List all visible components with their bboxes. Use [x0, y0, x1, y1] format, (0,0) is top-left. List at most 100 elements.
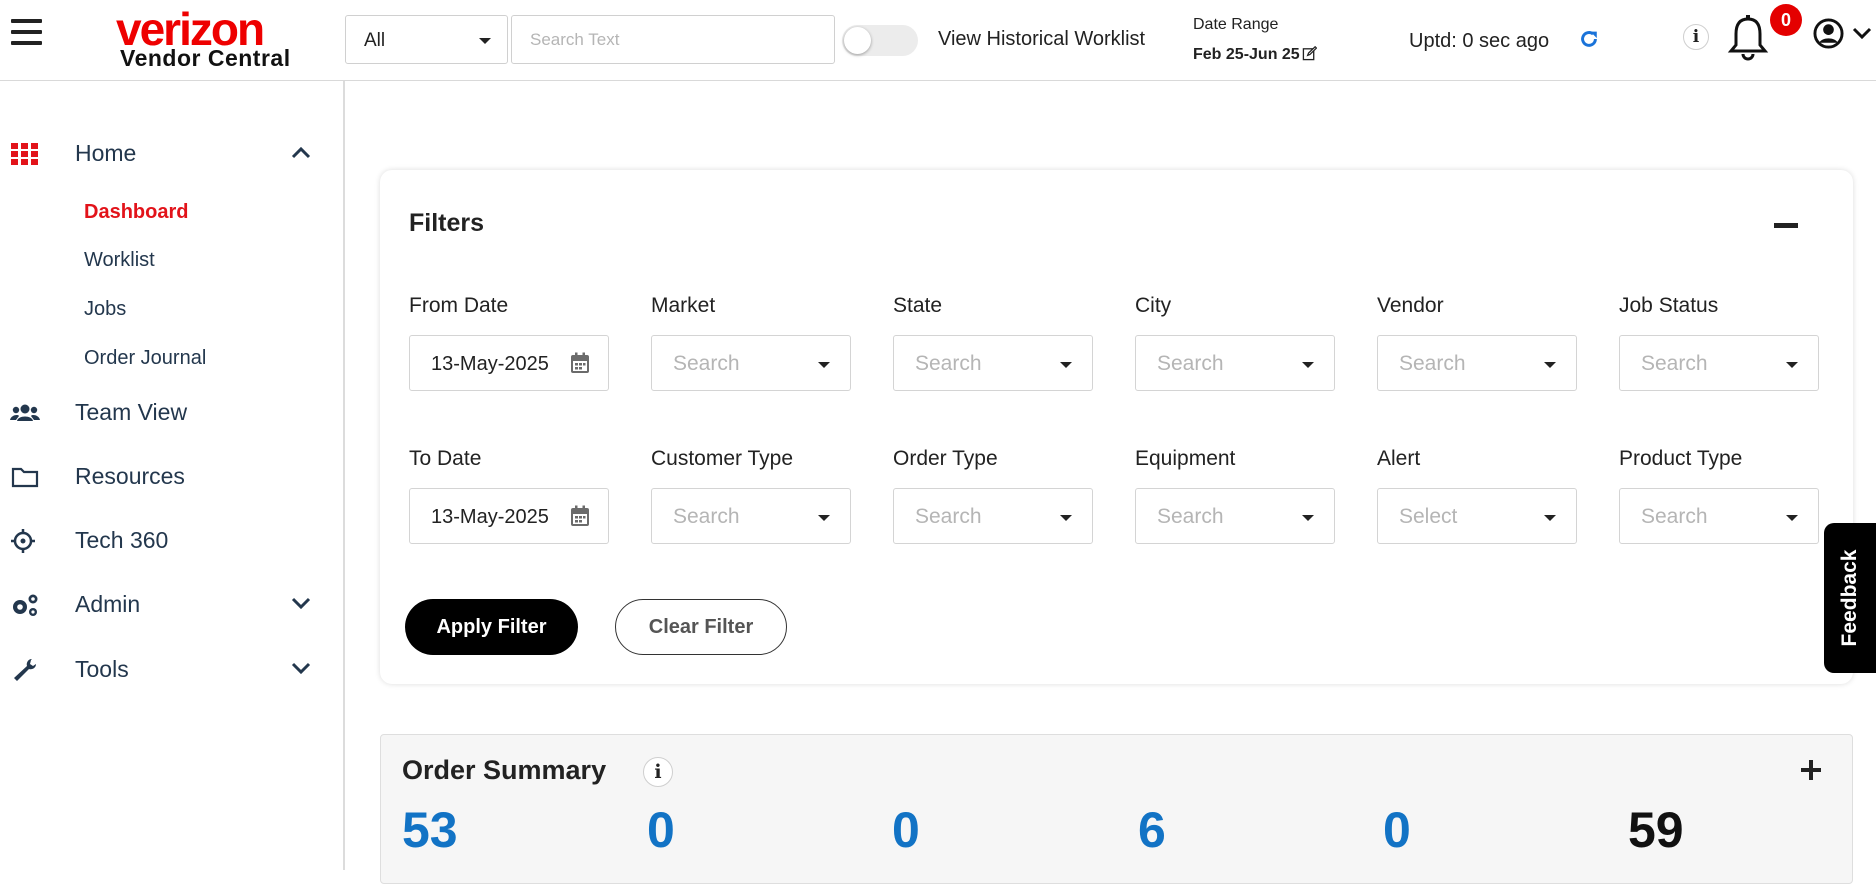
top-header: verizon Vendor Central All View Historic… — [0, 0, 1876, 81]
notification-count-badge: 0 — [1770, 4, 1802, 36]
vendor-label: Vendor — [1377, 294, 1444, 317]
chevron-down-icon — [818, 515, 830, 521]
toggle-knob — [844, 27, 871, 54]
dropdown-placeholder: Search — [1399, 352, 1466, 375]
to-date-label: To Date — [409, 447, 482, 470]
from-date-picker[interactable]: 13-May-2025 — [409, 335, 609, 391]
sidebar-item-resources[interactable]: Resources — [0, 456, 343, 496]
info-icon[interactable]: i — [1683, 24, 1709, 50]
collapse-filters-button[interactable] — [1774, 223, 1798, 228]
chevron-down-icon[interactable] — [1851, 26, 1873, 40]
summary-metric[interactable]: 0 — [647, 801, 675, 859]
calendar-icon[interactable] — [570, 505, 590, 527]
dropdown-placeholder: Search — [1157, 352, 1224, 375]
bell-icon[interactable] — [1725, 14, 1771, 62]
dropdown-placeholder: Search — [915, 505, 982, 528]
sidebar-item-label: Team View — [75, 399, 188, 425]
search-input[interactable] — [511, 15, 835, 64]
user-avatar-icon[interactable] — [1813, 18, 1844, 49]
grid-icon — [11, 143, 38, 165]
sidebar-subitem-order-journal[interactable]: Order Journal — [84, 347, 206, 370]
date-range-value[interactable]: Feb 25-Jun 25 — [1193, 45, 1318, 64]
info-icon[interactable]: i — [643, 757, 673, 787]
vendor-dropdown[interactable]: Search — [1377, 335, 1577, 391]
chevron-down-icon — [1544, 515, 1556, 521]
gears-icon — [13, 594, 38, 616]
sidebar-item-admin[interactable]: Admin — [0, 584, 343, 624]
city-dropdown[interactable]: Search — [1135, 335, 1335, 391]
sidebar-item-team-view[interactable]: Team View — [0, 392, 343, 432]
chevron-down-icon — [1544, 362, 1556, 368]
sidebar-item-home[interactable]: Home — [0, 133, 343, 173]
crosshair-icon — [11, 529, 35, 553]
chevron-down-icon — [479, 38, 491, 44]
feedback-tab[interactable]: Feedback — [1824, 523, 1876, 673]
customer-type-dropdown[interactable]: Search — [651, 488, 851, 544]
sidebar-item-tools[interactable]: Tools — [0, 649, 343, 689]
from-date-value: 13-May-2025 — [431, 353, 549, 375]
expand-summary-button[interactable] — [1801, 757, 1827, 783]
state-label: State — [893, 294, 943, 317]
alert-label: Alert — [1377, 447, 1421, 470]
order-summary-title: Order Summary — [402, 755, 607, 785]
sidebar: Home Dashboard Worklist Jobs Order Journ… — [0, 81, 345, 870]
team-icon — [10, 404, 40, 421]
scope-select[interactable]: All — [345, 15, 508, 64]
customer-type-label: Customer Type — [651, 447, 794, 470]
to-date-value: 13-May-2025 — [431, 506, 549, 528]
filters-panel: Filters From Date 13-May-2025 Market Sea… — [380, 170, 1853, 684]
chevron-down-icon — [1060, 362, 1072, 368]
market-label: Market — [651, 294, 716, 317]
to-date-picker[interactable]: 13-May-2025 — [409, 488, 609, 544]
chevron-down-icon[interactable] — [291, 596, 311, 610]
summary-metric[interactable]: 0 — [892, 801, 920, 859]
sidebar-item-label: Tools — [75, 656, 129, 682]
chevron-down-icon — [1786, 362, 1798, 368]
chevron-down-icon — [818, 362, 830, 368]
dropdown-placeholder: Search — [1641, 505, 1708, 528]
summary-metric[interactable]: 53 — [402, 801, 458, 859]
scope-select-value: All — [364, 30, 386, 51]
product-type-dropdown[interactable]: Search — [1619, 488, 1819, 544]
date-range-label: Date Range — [1193, 16, 1279, 33]
edit-icon[interactable] — [1302, 45, 1318, 61]
order-type-dropdown[interactable]: Search — [893, 488, 1093, 544]
wrench-icon — [14, 659, 36, 681]
product-type-label: Product Type — [1619, 447, 1743, 470]
sidebar-subitem-worklist[interactable]: Worklist — [84, 249, 155, 272]
state-dropdown[interactable]: Search — [893, 335, 1093, 391]
dropdown-placeholder: Search — [1157, 505, 1224, 528]
last-updated-text: Uptd: 0 sec ago — [1409, 30, 1550, 52]
calendar-icon[interactable] — [570, 352, 590, 374]
dropdown-placeholder: Search — [673, 352, 740, 375]
chevron-up-icon[interactable] — [291, 145, 311, 159]
sidebar-subitem-jobs[interactable]: Jobs — [84, 298, 126, 321]
chevron-down-icon — [1302, 515, 1314, 521]
job-status-label: Job Status — [1619, 294, 1719, 317]
historical-worklist-toggle[interactable] — [842, 25, 918, 56]
hamburger-menu-icon[interactable] — [11, 19, 42, 49]
summary-metric[interactable]: 0 — [1383, 801, 1411, 859]
equipment-dropdown[interactable]: Search — [1135, 488, 1335, 544]
order-type-label: Order Type — [893, 447, 998, 470]
dropdown-placeholder: Search — [673, 505, 740, 528]
summary-metric[interactable]: 6 — [1138, 801, 1166, 859]
apply-filter-button[interactable]: Apply Filter — [405, 599, 578, 655]
market-dropdown[interactable]: Search — [651, 335, 851, 391]
job-status-dropdown[interactable]: Search — [1619, 335, 1819, 391]
sidebar-subitem-dashboard[interactable]: Dashboard — [84, 201, 188, 224]
sidebar-item-label: Tech 360 — [75, 527, 169, 553]
filters-title: Filters — [409, 209, 485, 237]
order-summary-panel: Order Summary i 53 0 0 6 0 59 — [380, 734, 1853, 884]
sidebar-item-tech360[interactable]: Tech 360 — [0, 520, 343, 560]
chevron-down-icon[interactable] — [291, 661, 311, 675]
chevron-down-icon — [1302, 362, 1314, 368]
equipment-label: Equipment — [1135, 447, 1236, 470]
clear-filter-button[interactable]: Clear Filter — [615, 599, 787, 655]
summary-metric-total[interactable]: 59 — [1628, 801, 1684, 859]
alert-dropdown[interactable]: Select — [1377, 488, 1577, 544]
sidebar-item-label: Admin — [75, 591, 141, 617]
logo-subtitle: Vendor Central — [120, 45, 291, 71]
dropdown-placeholder: Search — [1641, 352, 1708, 375]
refresh-icon[interactable] — [1578, 28, 1600, 50]
